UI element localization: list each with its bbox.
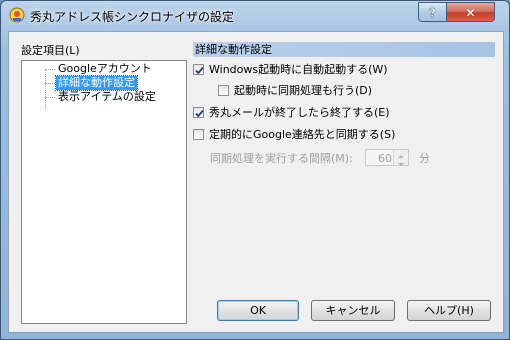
dialog-client-area: 設定項目(L) Googleアカウント 詳細な動作設定 表示アイテムの設定 詳細… — [8, 31, 504, 333]
help-button[interactable]: ヘルプ(H) — [407, 300, 491, 321]
exit-with-mail-label[interactable]: 秀丸メールが終了したら終了する(E) — [209, 106, 390, 119]
sync-on-start-label[interactable]: 起動時に同期処理も行う(D) — [234, 84, 372, 97]
tree-connector — [45, 69, 55, 70]
settings-tree[interactable]: Googleアカウント 詳細な動作設定 表示アイテムの設定 — [21, 60, 187, 324]
interval-label: 同期処理を実行する間隔(M): — [210, 152, 353, 165]
settings-dialog: 秀丸アドレス帳シンクロナイザの設定 ? ✕ 設定項目(L) Googleアカウン… — [0, 0, 510, 340]
question-mark-icon: ? — [429, 6, 436, 20]
periodic-sync-label[interactable]: 定期的にGoogle連絡先と同期する(S) — [209, 128, 395, 141]
close-icon: ✕ — [465, 6, 475, 20]
autostart-label[interactable]: Windows起動時に自動起動する(W) — [209, 63, 388, 76]
ok-button[interactable]: OK — [217, 300, 299, 321]
titlebar-close-button[interactable]: ✕ — [446, 2, 495, 22]
sync-on-start-checkbox[interactable] — [218, 85, 229, 96]
spin-down-button[interactable] — [393, 158, 408, 166]
tree-item-detailed-settings[interactable]: 詳細な動作設定 — [55, 75, 138, 91]
title-bar[interactable]: 秀丸アドレス帳シンクロナイザの設定 ? ✕ — [1, 1, 509, 31]
tree-connector — [45, 97, 55, 98]
interval-unit: 分 — [419, 152, 430, 165]
periodic-sync-checkbox[interactable] — [193, 129, 204, 140]
exit-with-mail-checkbox[interactable] — [193, 107, 204, 118]
checkmark-icon — [195, 109, 204, 118]
tree-connector — [45, 69, 46, 109]
spin-up-button[interactable] — [393, 150, 408, 158]
autostart-checkbox[interactable] — [193, 64, 204, 75]
group-header: 詳細な動作設定 — [193, 42, 495, 57]
cancel-button[interactable]: キャンセル — [311, 300, 395, 321]
checkmark-icon — [195, 66, 204, 75]
titlebar-help-button[interactable]: ? — [418, 2, 447, 22]
window-title: 秀丸アドレス帳シンクロナイザの設定 — [30, 10, 235, 24]
interval-value[interactable]: 60 — [378, 152, 392, 165]
arrow-down-icon — [398, 163, 404, 166]
tree-label: 設定項目(L) — [21, 44, 80, 57]
hidemaru-app-icon — [9, 7, 25, 23]
tree-connector — [45, 83, 55, 84]
tree-item-display-items[interactable]: 表示アイテムの設定 — [56, 90, 158, 104]
interval-spinner[interactable]: 60 — [365, 149, 409, 166]
tree-item-google-account[interactable]: Googleアカウント — [56, 62, 154, 76]
